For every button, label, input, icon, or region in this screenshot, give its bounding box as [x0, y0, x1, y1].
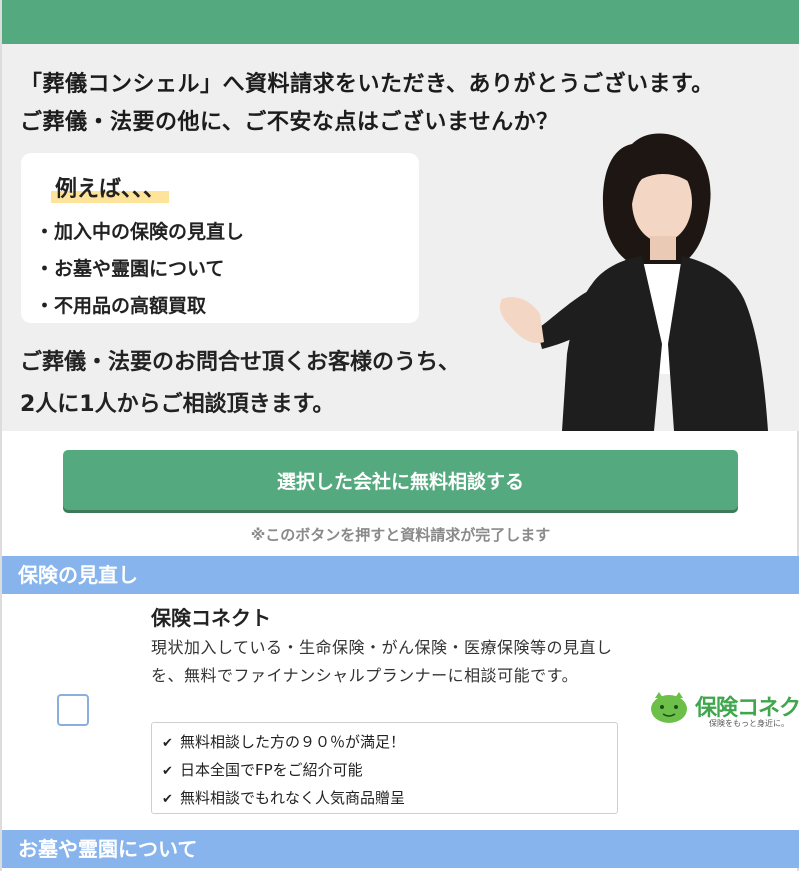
example-box: 例えば、、、 ・加入中の保険の見直し ・お墓や霊園について ・不用品の高額買取 — [21, 153, 419, 323]
example-item: ・加入中の保険の見直し — [35, 221, 245, 243]
feature-item: ✔ 無料相談でもれなく人気商品贈呈 — [162, 785, 617, 813]
cta-note: ※このボタンを押すと資料請求が完了します — [250, 526, 551, 544]
hero-banner: 「葬儀コンシェル」へ資料請求をいただき、ありがとうございます。 ご葬儀・法要の他… — [2, 44, 799, 431]
hero-stat-text-2: 2人に1人からご相談頂きます。 — [20, 392, 335, 417]
feature-text: 日本全国でFPをご紹介可能 — [180, 761, 363, 779]
hero-thanks-text: 「葬儀コンシェル」へ資料請求をいただき、ありがとうございます。 — [20, 72, 714, 97]
company-description: 現状加入している・生命保険・がん保険・医療保険等の見直しを、無料でファイナンシャ… — [151, 638, 613, 685]
consultant-photo — [499, 133, 768, 431]
top-bar — [2, 0, 799, 44]
piggy-logo-icon — [651, 692, 687, 723]
check-icon: ✔ — [162, 764, 173, 779]
logo-tagline: 保険をもっと身近に。 — [709, 719, 789, 728]
hero-stat-text-1: ご葬儀・法要のお問合せ頂くお客様のうち、 — [20, 350, 461, 375]
check-icon: ✔ — [162, 736, 173, 751]
free-consult-button[interactable]: 選択した会社に無料相談する — [63, 450, 738, 510]
section-header-insurance: 保険の見直し — [2, 556, 799, 594]
feature-item: ✔ 無料相談した方の９０％が満足！ — [162, 729, 617, 757]
company-logo: 保険コネクト 保険をもっと身近に。 — [647, 690, 801, 730]
example-item: ・不用品の高額買取 — [35, 295, 207, 317]
feature-text: 無料相談した方の９０％が満足！ — [180, 733, 406, 751]
company-select-checkbox[interactable] — [57, 694, 89, 726]
feature-text: 無料相談でもれなく人気商品贈呈 — [180, 789, 406, 807]
section-header-grave: お墓や霊園について — [2, 830, 799, 868]
hero-question-text: ご葬儀・法要の他に、ご不安な点はございませんか？ — [20, 110, 559, 135]
feature-item: ✔ 日本全国でFPをご紹介可能 — [162, 757, 617, 785]
company-name: 保険コネクト — [151, 606, 271, 630]
example-title: 例えば、、、 — [51, 171, 170, 203]
company-row-hoken-connect: 保険コネクト 現状加入している・生命保険・がん保険・医療保険等の見直しを、無料で… — [2, 594, 801, 830]
example-item: ・お墓や霊園について — [35, 258, 225, 280]
feature-list: ✔ 無料相談した方の９０％が満足！ ✔ 日本全国でFPをご紹介可能 ✔ 無料相談でもれ… — [151, 722, 618, 814]
check-icon: ✔ — [162, 792, 173, 807]
